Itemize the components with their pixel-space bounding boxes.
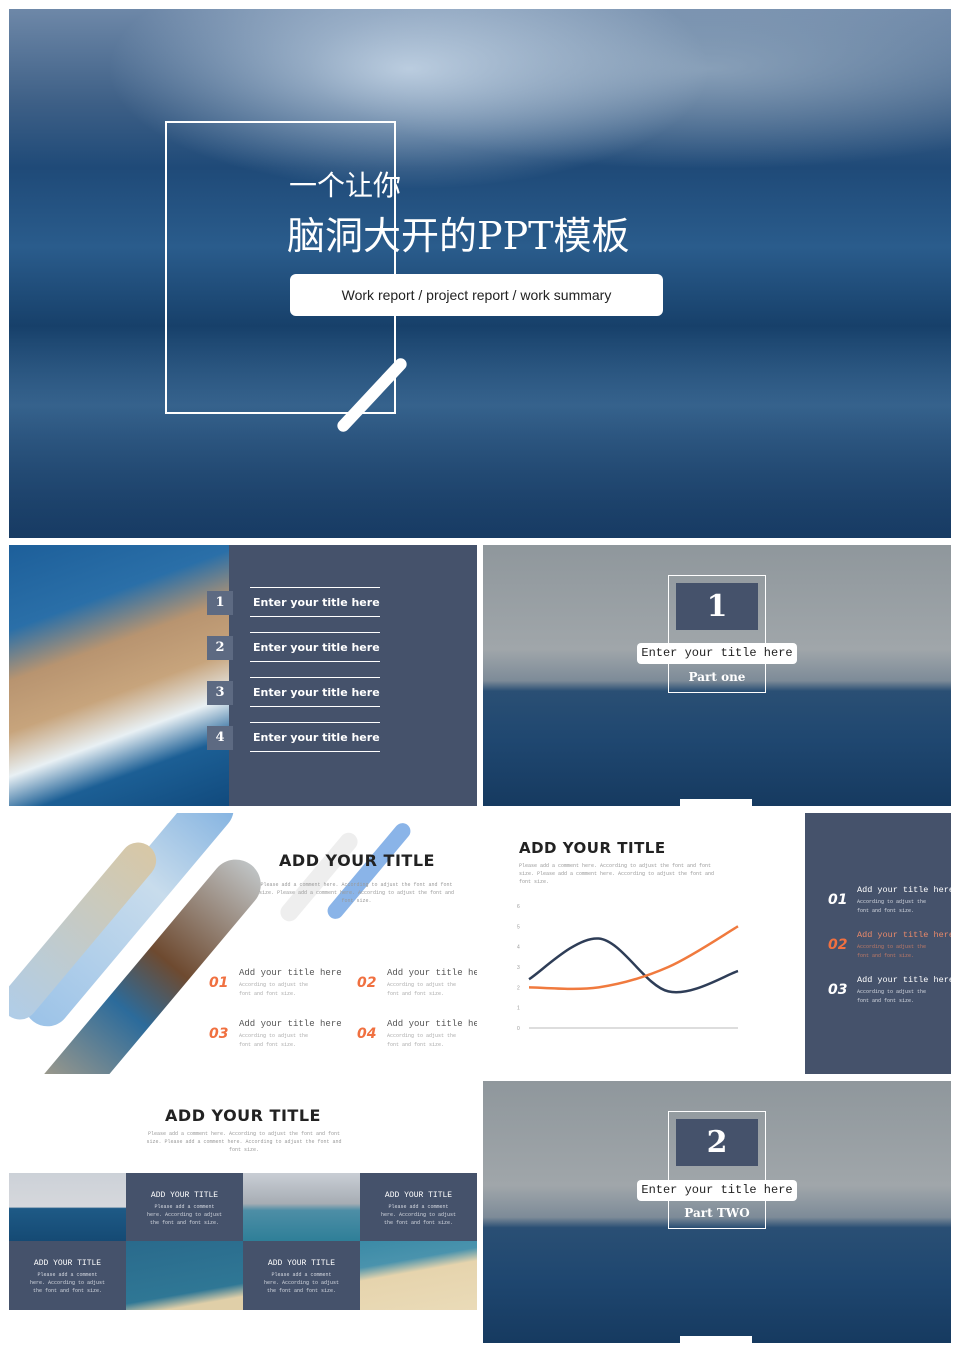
bottom-tab xyxy=(680,799,752,806)
part-one-slide[interactable]: 1 Enter your title here Part one xyxy=(483,545,951,806)
toc-item[interactable]: 3 Enter your title here xyxy=(207,677,382,707)
toc-number: 2 xyxy=(207,636,233,660)
divider xyxy=(250,722,380,723)
features-slide[interactable]: ADD YOUR TITLE Please add a comment here… xyxy=(9,813,477,1074)
item-desc: According to adjust the font and font si… xyxy=(857,989,927,1004)
deco-bar xyxy=(276,829,362,925)
toc-number: 3 xyxy=(207,681,233,705)
sea-photo xyxy=(9,1173,126,1241)
item-number: 02 xyxy=(357,975,377,991)
divider xyxy=(250,677,380,678)
series-line-2 xyxy=(528,925,739,991)
line-chart: 0 1 2 3 4 5 6 xyxy=(517,904,739,1032)
cover-title: 脑洞大开的PPT模板 xyxy=(287,214,630,258)
y-tick-label: 2 xyxy=(517,985,520,991)
toc-number: 4 xyxy=(207,726,233,750)
item-number: 03 xyxy=(209,1026,229,1042)
card-title: ADD YOUR TITLE xyxy=(384,1191,453,1200)
cover-subtitle: Work report / project report / work summ… xyxy=(290,274,663,316)
divider xyxy=(250,706,380,707)
item-title: Add your title here xyxy=(857,885,951,895)
card-desc: Please add a comment here. According to … xyxy=(30,1272,106,1294)
card-desc: Please add a comment here. According to … xyxy=(147,1204,223,1226)
beach-photo xyxy=(126,1241,243,1310)
item-title: Add your title here xyxy=(239,1019,342,1029)
toc-item[interactable]: 4 Enter your title here xyxy=(207,722,382,752)
y-tick-label: 0 xyxy=(517,1026,520,1032)
y-tick-label: 5 xyxy=(517,924,520,930)
bottom-tab xyxy=(680,1336,752,1343)
coast-image xyxy=(9,545,229,806)
contents-slide[interactable]: 1 Enter your title here 2 Enter your tit… xyxy=(9,545,477,806)
slide-title: ADD YOUR TITLE xyxy=(165,1106,321,1125)
y-tick-label: 6 xyxy=(517,904,520,910)
divider xyxy=(250,587,380,588)
part-label: Part one xyxy=(688,670,746,684)
item-number: 01 xyxy=(209,975,229,991)
item-title: Add your title here xyxy=(239,968,342,978)
slide-comment: Please add a comment here. According to … xyxy=(519,863,715,885)
card-desc: Please add a comment here. According to … xyxy=(264,1272,340,1294)
item-number: 01 xyxy=(828,892,848,908)
card-title: ADD YOUR TITLE xyxy=(267,1259,336,1268)
toc-item[interactable]: 2 Enter your title here xyxy=(207,632,382,662)
item-desc: According to adjust the font and font si… xyxy=(387,982,457,997)
item-title: Add your title here xyxy=(857,975,951,985)
item-number: 02 xyxy=(828,937,848,953)
item-desc: According to adjust the font and font si… xyxy=(239,982,309,997)
chart-slide[interactable]: ADD YOUR TITLE Please add a comment here… xyxy=(483,813,951,1074)
y-tick-label: 3 xyxy=(517,965,520,971)
item-title: Add your title here xyxy=(387,1019,477,1029)
ocean-image xyxy=(9,339,951,538)
slide-comment: Please add a comment here. According to … xyxy=(146,1131,342,1153)
y-tick-label: 1 xyxy=(517,1006,520,1012)
toc-label: Enter your title here xyxy=(253,596,380,609)
y-tick-label: 4 xyxy=(517,945,520,951)
cover-slide[interactable]: 一个让你 脑洞大开的PPT模板 Work report / project re… xyxy=(9,9,951,538)
card-title: ADD YOUR TITLE xyxy=(33,1259,102,1268)
card-desc: Please add a comment here. According to … xyxy=(381,1204,457,1226)
toc-label: Enter your title here xyxy=(253,641,380,654)
divider xyxy=(250,661,380,662)
part-two-slide[interactable]: 2 Enter your title here Part TWO xyxy=(483,1081,951,1343)
divider xyxy=(250,616,380,617)
part-title: Enter your title here xyxy=(637,643,797,664)
item-number: 04 xyxy=(357,1026,377,1042)
info-card: ADD YOUR TITLE Please add a comment here… xyxy=(360,1173,477,1241)
toc-label: Enter your title here xyxy=(253,686,380,699)
contents-panel xyxy=(229,545,477,806)
slide-title: ADD YOUR TITLE xyxy=(519,839,666,857)
part-label: Part TWO xyxy=(684,1206,750,1220)
item-desc: According to adjust the font and font si… xyxy=(857,944,927,959)
sea-photo xyxy=(243,1173,360,1241)
part-number: 2 xyxy=(676,1119,758,1166)
part-number: 1 xyxy=(676,583,758,630)
item-title: Add your title here xyxy=(387,968,477,978)
item-desc: According to adjust the font and font si… xyxy=(857,899,927,914)
part-title: Enter your title here xyxy=(637,1180,797,1201)
info-card: ADD YOUR TITLE Please add a comment here… xyxy=(243,1241,360,1310)
toc-number: 1 xyxy=(207,591,233,615)
slide-title: ADD YOUR TITLE xyxy=(279,851,435,870)
grid-slide[interactable]: ADD YOUR TITLE Please add a comment here… xyxy=(9,1081,477,1310)
slide-comment: Please add a comment here. According to … xyxy=(258,882,455,904)
toc-item[interactable]: 1 Enter your title here xyxy=(207,587,382,617)
toc-label: Enter your title here xyxy=(253,731,380,744)
divider xyxy=(250,751,380,752)
divider xyxy=(250,632,380,633)
card-title: ADD YOUR TITLE xyxy=(150,1191,219,1200)
info-card: ADD YOUR TITLE Please add a comment here… xyxy=(126,1173,243,1241)
info-card: ADD YOUR TITLE Please add a comment here… xyxy=(9,1241,126,1310)
item-desc: According to adjust the font and font si… xyxy=(239,1033,309,1048)
item-title: Add your title here xyxy=(857,930,951,940)
item-desc: According to adjust the font and font si… xyxy=(387,1033,457,1048)
item-number: 03 xyxy=(828,982,848,998)
beach-photo xyxy=(360,1241,477,1310)
deco-bar xyxy=(324,819,414,923)
cover-line1: 一个让你 xyxy=(289,169,402,202)
